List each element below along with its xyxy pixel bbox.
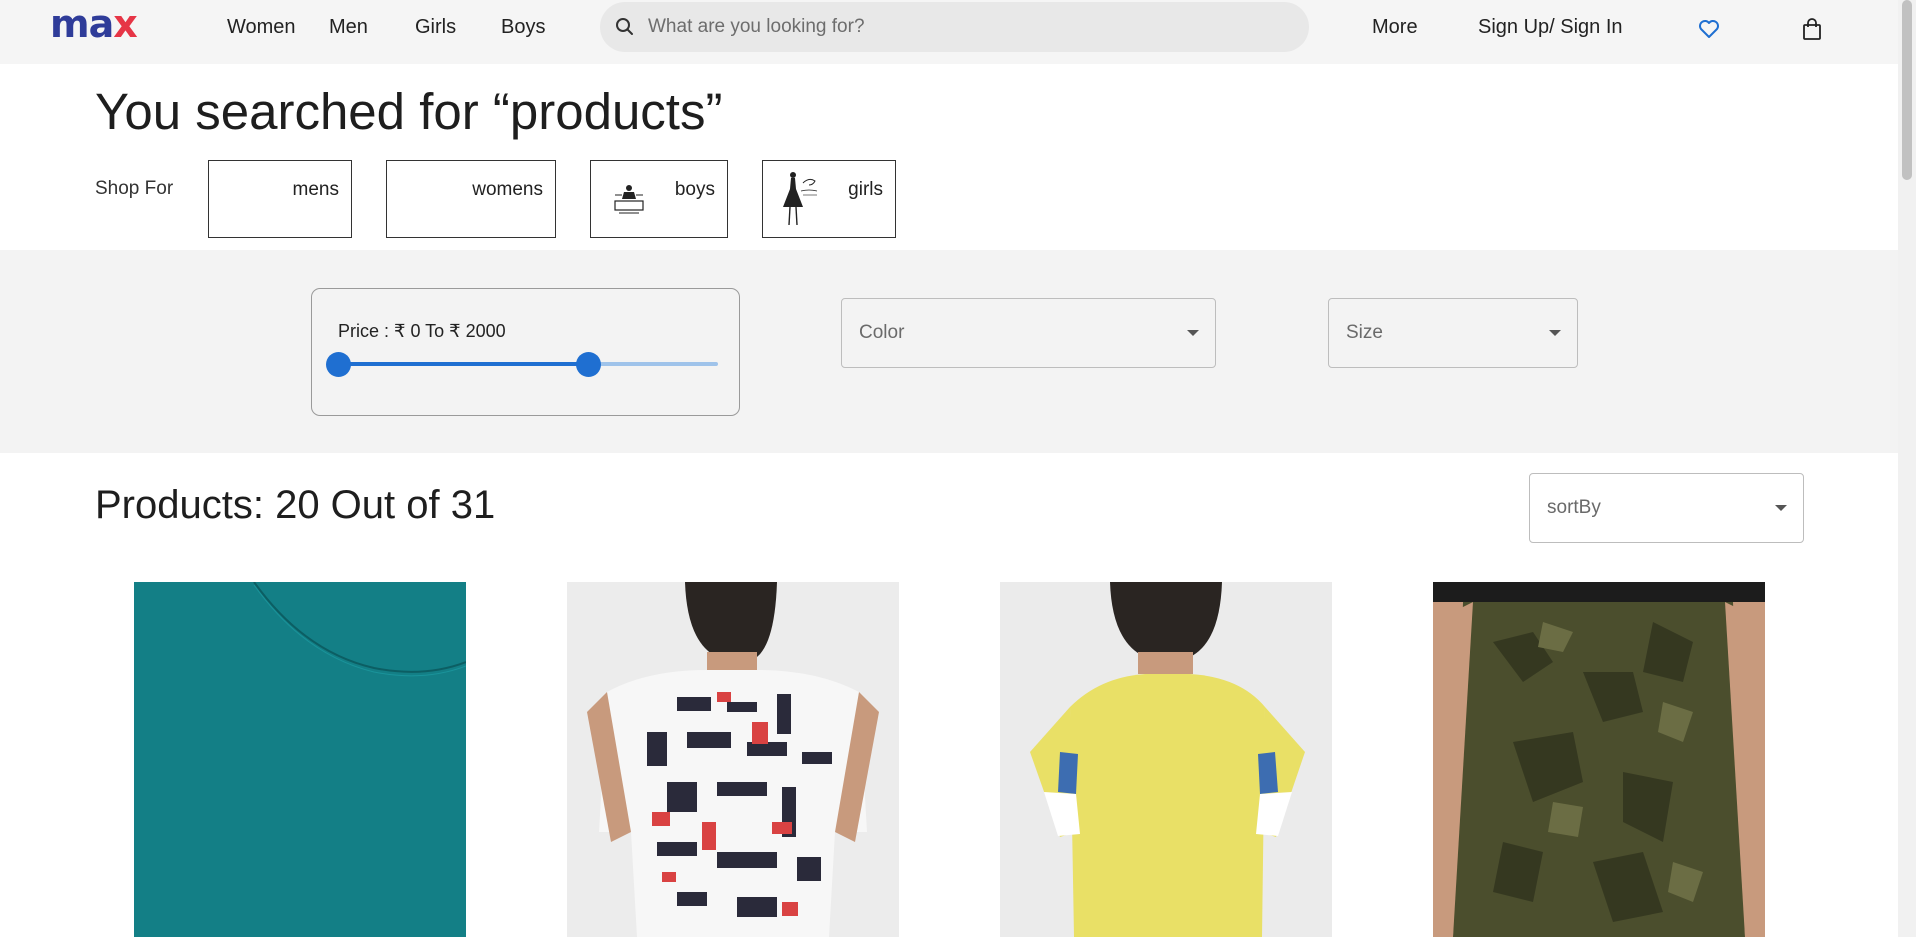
girls-fashion-thumbnail — [783, 172, 818, 226]
nav-girls[interactable]: Girls — [415, 16, 456, 39]
nav-women[interactable]: Women — [227, 16, 296, 39]
nav-men[interactable]: Men — [329, 16, 368, 39]
price-slider-max-handle[interactable] — [576, 352, 602, 377]
product-image — [567, 582, 899, 937]
page-title: You searched for “products” — [95, 83, 723, 140]
color-select-label: Color — [859, 322, 905, 343]
chip-label: mens — [292, 179, 339, 200]
page-scrollbar[interactable] — [1898, 0, 1916, 937]
price-slider-fill — [338, 362, 589, 366]
shop-for-label: Shop For — [95, 178, 174, 199]
product-card-camo-shorts[interactable] — [1433, 582, 1765, 937]
price-filter: Price : ₹ 0 To ₹ 2000 — [311, 288, 740, 416]
size-select[interactable]: Size — [1328, 298, 1578, 368]
sort-select-label: sortBy — [1547, 497, 1601, 518]
wishlist-heart-icon[interactable] — [1698, 19, 1720, 39]
top-header: max Women Men Girls Boys More Sign Up/ S… — [0, 0, 1898, 64]
chip-boys[interactable]: boys — [590, 160, 728, 238]
more-menu[interactable]: More — [1372, 16, 1418, 39]
shopping-bag-icon[interactable] — [1802, 18, 1822, 40]
chevron-down-icon — [1549, 330, 1561, 336]
product-card-printed-tshirt[interactable] — [567, 582, 899, 937]
boys-fashion-thumbnail — [614, 185, 644, 214]
chip-womens[interactable]: womens — [386, 160, 556, 238]
product-card-yellow-tshirt[interactable] — [1000, 582, 1332, 937]
product-image — [134, 582, 466, 937]
chip-label: girls — [848, 179, 883, 200]
products-count-heading: Products: 20 Out of 31 — [95, 483, 496, 527]
chip-girls[interactable]: girls — [762, 160, 896, 238]
chip-label: boys — [674, 179, 715, 200]
price-range-label: Price : ₹ 0 To ₹ 2000 — [338, 321, 506, 341]
chip-mens[interactable]: mens — [208, 160, 352, 238]
chevron-down-icon — [1775, 505, 1787, 511]
sign-in-link[interactable]: Sign Up/ Sign In — [1478, 16, 1623, 39]
search-bar — [600, 2, 1309, 52]
price-slider-min-handle[interactable] — [325, 352, 351, 377]
product-image — [1000, 582, 1332, 937]
search-input[interactable] — [648, 12, 1288, 42]
sort-select[interactable]: sortBy — [1529, 473, 1804, 543]
product-image — [1433, 582, 1765, 937]
nav-boys[interactable]: Boys — [501, 16, 545, 39]
chip-label: womens — [472, 179, 543, 200]
scrollbar-thumb[interactable] — [1902, 0, 1912, 180]
product-card-teal-tshirt[interactable] — [134, 582, 466, 937]
max-logo[interactable]: max — [50, 2, 138, 46]
search-icon[interactable] — [615, 17, 635, 37]
color-select[interactable]: Color — [841, 298, 1216, 368]
chevron-down-icon — [1187, 330, 1199, 336]
size-select-label: Size — [1346, 322, 1383, 343]
